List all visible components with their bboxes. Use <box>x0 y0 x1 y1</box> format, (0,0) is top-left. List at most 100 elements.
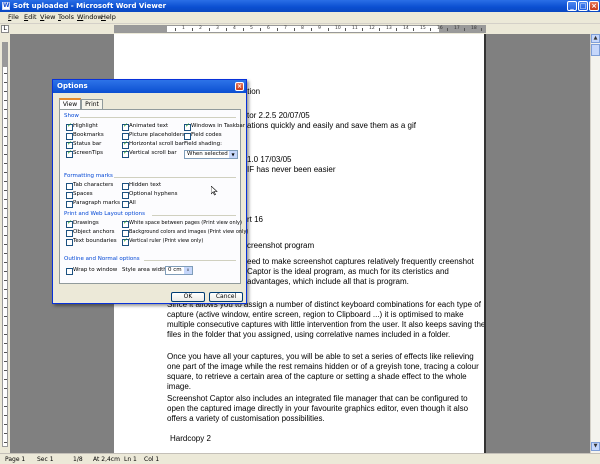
vruler-tick <box>4 145 7 146</box>
ruler-tick <box>464 28 465 31</box>
cancel-button[interactable]: Cancel <box>209 292 243 302</box>
doc-line: IF has never been easier <box>247 165 336 174</box>
doc-paragraph: Since it allows you to assign a number o… <box>167 300 486 339</box>
scroll-up-icon[interactable]: ▲ <box>591 34 600 43</box>
background-colors-checkbox[interactable]: Background colors and images (Print view… <box>122 229 248 237</box>
optional-hyphens-checkbox[interactable]: Optional hyphens <box>122 191 177 199</box>
ruler-number: 4 <box>233 26 236 31</box>
ruler-number: 13 <box>386 26 392 31</box>
status-bar-checkbox[interactable]: Status bar <box>66 140 101 149</box>
ruler-number: 15 <box>420 26 426 31</box>
dialog-close-button[interactable]: × <box>235 82 244 91</box>
close-button[interactable]: × <box>589 1 599 11</box>
ruler-number: 12 <box>369 26 375 31</box>
ruler-tick <box>192 28 193 31</box>
style-area-width-value: 0 cm <box>168 267 182 273</box>
vruler-tick <box>4 235 7 236</box>
ruler-number: 16 <box>437 26 443 31</box>
horizontal-ruler[interactable]: 1 2 3 4 5 6 7 8 9 10 11 12 13 14 15 16 17 18 <box>114 25 486 33</box>
field-codes-checkbox[interactable]: Field codes <box>184 132 222 140</box>
picture-placeholders-checkbox[interactable]: Picture placeholders <box>122 132 185 140</box>
vruler-tick <box>4 208 7 209</box>
group-divider <box>80 117 236 118</box>
doc-paragraph: Screenshot Captor also includes an integ… <box>167 394 469 423</box>
ruler-number: 14 <box>403 26 409 31</box>
doc-line: ations quickly and easily and save them … <box>247 121 416 130</box>
field-shading-label: Field shading: <box>184 141 223 147</box>
tab-print[interactable]: Print <box>81 99 103 109</box>
scroll-thumb[interactable] <box>591 44 600 56</box>
field-shading-value: When selected <box>187 151 228 157</box>
vruler-tick <box>4 361 7 362</box>
status-at: At 2,4cm <box>93 456 120 463</box>
paragraph-marks-checkbox[interactable]: Paragraph marks <box>66 200 120 208</box>
vruler-tick <box>4 424 7 425</box>
status-bar: Page 1 Sec 1 1/8 At 2,4cm Ln 1 Col 1 <box>0 453 600 464</box>
vruler-tick <box>4 406 7 407</box>
hidden-text-checkbox[interactable]: Hidden text <box>122 182 161 190</box>
all-checkbox[interactable]: All <box>122 200 136 208</box>
ruler-number: 9 <box>318 26 321 31</box>
group-print-web-label: Print and Web Layout options <box>64 211 145 217</box>
tab-selector[interactable]: L <box>1 25 9 33</box>
ruler-tick <box>413 28 414 31</box>
tab-characters-checkbox[interactable]: Tab characters <box>66 182 113 190</box>
vruler-tick <box>4 325 7 326</box>
ruler-tick <box>294 28 295 31</box>
tab-view[interactable]: View <box>59 98 81 109</box>
mouse-pointer-icon <box>211 186 218 196</box>
ruler-right-margin <box>439 26 485 32</box>
menu-view[interactable]: View <box>40 13 55 22</box>
horizontal-scroll-bar-checkbox[interactable]: Horizontal scroll bar <box>122 140 184 149</box>
vertical-ruler-checkbox[interactable]: Vertical ruler (Print view only) <box>122 237 203 246</box>
ok-button[interactable]: OK <box>171 292 205 302</box>
vertical-scroll-bar-checkbox[interactable]: Vertical scroll bar <box>122 149 177 158</box>
wrap-to-window-checkbox[interactable]: Wrap to window <box>66 267 117 275</box>
vertical-scrollbar[interactable]: ▲ ▼ <box>590 34 600 453</box>
object-anchors-checkbox[interactable]: Object anchors <box>66 229 115 237</box>
ruler-tick <box>396 28 397 31</box>
vruler-tick <box>4 127 7 128</box>
bookmarks-checkbox[interactable]: Bookmarks <box>66 132 104 140</box>
animated-text-checkbox[interactable]: Animated text <box>122 122 168 131</box>
chevron-down-icon[interactable]: ▼ <box>229 151 237 158</box>
ruler-number: 8 <box>301 26 304 31</box>
ruler-number: 11 <box>352 26 358 31</box>
menu-tools[interactable]: Tools <box>58 13 74 22</box>
white-space-between-pages-checkbox[interactable]: White space between pages (Print view on… <box>122 219 242 228</box>
vertical-ruler[interactable] <box>0 34 10 453</box>
maximize-button[interactable]: □ <box>578 1 588 11</box>
menu-edit[interactable]: Edit <box>24 13 37 22</box>
status-line: Ln 1 <box>124 456 137 463</box>
drawings-checkbox[interactable]: Drawings <box>66 219 99 228</box>
style-area-width-spinner[interactable]: 0 cm ⇕ <box>165 266 193 275</box>
doc-line: 1.0 17/03/05 <box>247 155 292 164</box>
screentips-checkbox[interactable]: ScreenTips <box>66 149 103 158</box>
word-app-icon[interactable]: W <box>2 2 10 10</box>
text-boundaries-checkbox[interactable]: Text boundaries <box>66 238 117 246</box>
minimize-button[interactable]: _ <box>567 1 577 11</box>
dialog-title-bar[interactable]: Options × <box>53 80 246 93</box>
scroll-down-icon[interactable]: ▼ <box>591 442 600 451</box>
vruler-tick <box>4 109 7 110</box>
spaces-checkbox[interactable]: Spaces <box>66 191 93 199</box>
vertical-ruler-bar <box>2 42 8 447</box>
vruler-tick <box>4 136 7 137</box>
menu-file[interactable]: File <box>8 13 19 22</box>
spinner-icon[interactable]: ⇕ <box>184 267 192 274</box>
dialog-title: Options <box>57 82 88 90</box>
ruler-row: L 1 2 3 4 5 6 7 8 9 10 11 12 13 14 15 16 17 18 <box>0 24 600 34</box>
vruler-top-margin <box>3 43 7 67</box>
ruler-tick <box>447 28 448 31</box>
ruler-number: 3 <box>216 26 219 31</box>
highlight-checkbox[interactable]: Highlight <box>66 122 98 131</box>
menu-window[interactable]: Window <box>77 13 103 22</box>
view-tab-panel: Show Highlight Bookmarks Status bar Scre… <box>59 109 248 284</box>
vruler-tick <box>4 370 7 371</box>
field-shading-select[interactable]: When selected ▼ <box>184 150 238 159</box>
menu-help[interactable]: Help <box>101 13 116 22</box>
status-pages: 1/8 <box>73 456 83 463</box>
ruler-tick <box>226 28 227 31</box>
windows-in-taskbar-checkbox[interactable]: Windows in Taskbar <box>184 122 245 131</box>
vruler-tick <box>4 244 7 245</box>
